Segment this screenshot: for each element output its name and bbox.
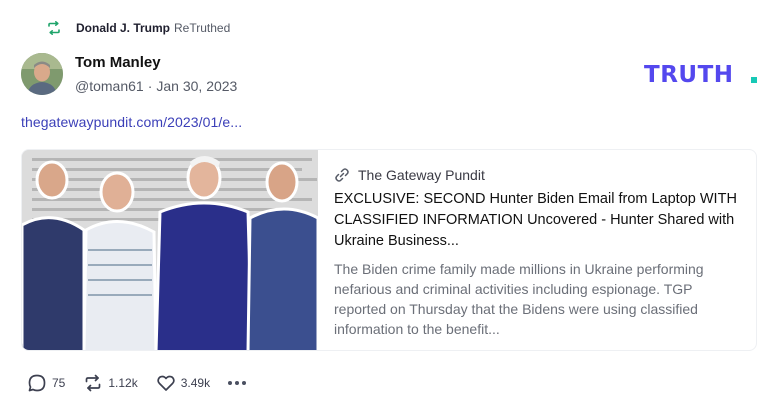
retruth-user-name[interactable]: Donald J. Trump	[76, 21, 170, 35]
like-count: 3.49k	[180, 376, 211, 390]
card-body: The Gateway Pundit EXCLUSIVE: SECOND Hun…	[318, 150, 756, 350]
like-icon	[157, 375, 175, 391]
card-description: The Biden crime family made millions in …	[334, 261, 704, 337]
card-source: The Gateway Pundit	[334, 167, 738, 183]
truth-logo-text: TRUTH	[644, 62, 734, 88]
retruth-icon	[46, 20, 62, 36]
author-name[interactable]: Tom Manley	[75, 54, 161, 71]
action-bar: 75 1.12k 3.49k	[27, 372, 247, 394]
post-link[interactable]: thegatewaypundit.com/2023/01/e...	[21, 114, 242, 130]
card-title[interactable]: EXCLUSIVE: SECOND Hunter Biden Email fro…	[334, 189, 738, 252]
meta-separator: ·	[147, 78, 153, 94]
more-icon[interactable]	[228, 381, 247, 385]
post-date[interactable]: Jan 30, 2023	[156, 78, 237, 94]
link-preview-card[interactable]: The Gateway Pundit EXCLUSIVE: SECOND Hun…	[21, 149, 757, 351]
retruth-label: ReTruthed	[174, 21, 231, 35]
card-image	[22, 150, 318, 350]
truth-logo-dot	[751, 77, 757, 83]
truth-logo[interactable]: TRUTH	[644, 60, 760, 88]
like-button[interactable]: 3.49k	[156, 373, 210, 393]
avatar[interactable]	[21, 53, 63, 95]
author-handle[interactable]: @toman61	[75, 78, 144, 94]
reply-button[interactable]: 75	[27, 373, 65, 393]
reply-icon	[28, 374, 46, 392]
retruth-count: 1.12k	[108, 376, 138, 390]
retruth-header: Donald J. Trump ReTruthed	[46, 19, 230, 37]
card-source-name: The Gateway Pundit	[358, 167, 485, 183]
link-icon	[334, 167, 350, 183]
retruth-button[interactable]: 1.12k	[83, 373, 138, 393]
retruth-icon	[86, 374, 101, 392]
reply-count: 75	[52, 376, 66, 390]
author-meta: @toman61 · Jan 30, 2023	[75, 78, 237, 94]
